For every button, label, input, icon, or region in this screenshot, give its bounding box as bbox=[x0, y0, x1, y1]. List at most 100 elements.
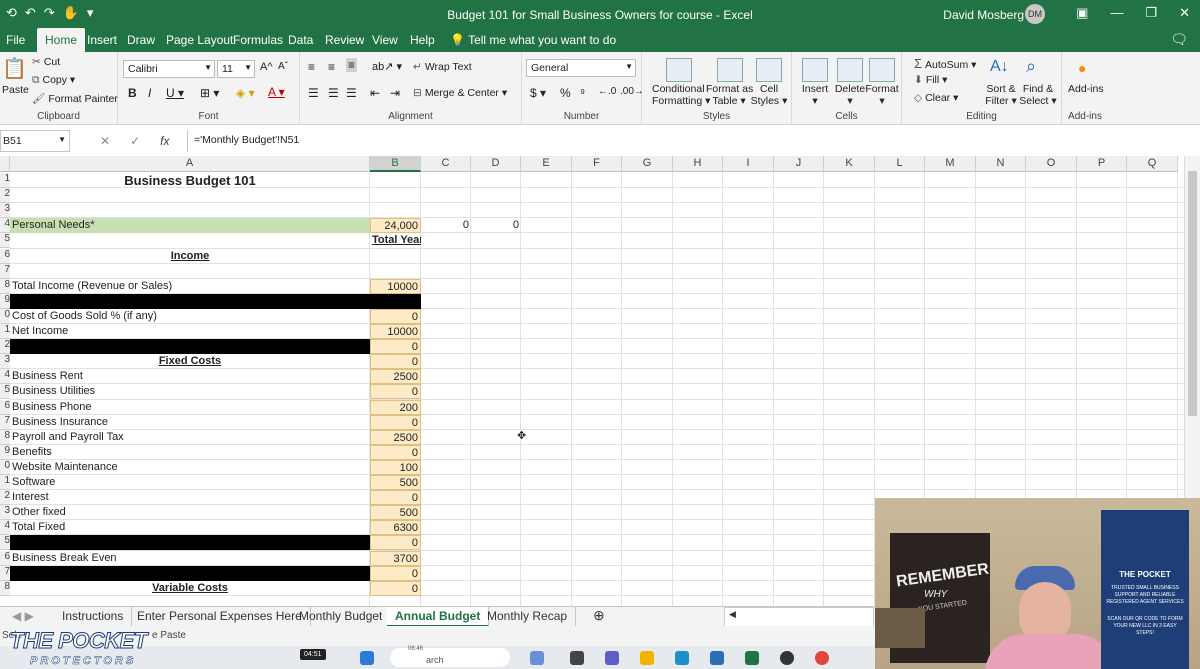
format-cells-button[interactable]: Format ▾ bbox=[864, 83, 900, 107]
underline-icon[interactable]: U ▾ bbox=[166, 86, 184, 100]
row-header[interactable]: 7 bbox=[0, 263, 10, 279]
cell-d[interactable]: 0 bbox=[471, 218, 521, 233]
cell-a[interactable] bbox=[10, 203, 370, 218]
column-header-a[interactable]: A bbox=[10, 156, 370, 172]
cell-b[interactable]: 500 bbox=[370, 505, 421, 521]
new-sheet-icon[interactable]: ⊕ bbox=[585, 607, 613, 627]
orientation-icon[interactable]: ab↗ ▾ bbox=[372, 60, 402, 73]
font-size-select[interactable]: 11 ▼ bbox=[217, 60, 255, 78]
sheet-tab-instructions[interactable]: Instructions bbox=[54, 607, 133, 627]
cell-a[interactable]: Net Income bbox=[10, 324, 370, 339]
task-view-icon[interactable] bbox=[530, 651, 544, 665]
column-header-q[interactable]: Q bbox=[1127, 156, 1178, 172]
cell-a[interactable]: Interest bbox=[10, 490, 370, 505]
row-header[interactable]: 7 bbox=[0, 414, 10, 430]
sheet-tab-monthly-recap[interactable]: Monthly Recap bbox=[479, 607, 577, 627]
tab-file[interactable]: File bbox=[6, 33, 25, 47]
insert-cells-button[interactable]: Insert ▾ bbox=[798, 83, 832, 107]
cell-a[interactable] bbox=[10, 565, 370, 581]
autosum-button[interactable]: Σ AutoSum ▾ bbox=[914, 56, 976, 71]
column-header-j[interactable]: J bbox=[774, 156, 824, 172]
row-header[interactable]: 8 bbox=[0, 278, 10, 294]
column-header-i[interactable]: I bbox=[723, 156, 774, 172]
name-box[interactable]: B51 ▼ bbox=[0, 130, 70, 152]
row-header[interactable]: 4 bbox=[0, 369, 10, 385]
row-header[interactable]: 2 bbox=[0, 490, 10, 506]
borders-icon[interactable]: ⊞ ▾ bbox=[200, 86, 219, 100]
cell-b[interactable] bbox=[370, 293, 421, 309]
cell-a[interactable]: Business Phone bbox=[10, 400, 370, 415]
tab-view[interactable]: View bbox=[372, 33, 398, 47]
align-right-icon[interactable]: ☰ bbox=[346, 86, 357, 100]
taskbar-search[interactable]: 06:46 arch bbox=[390, 646, 510, 667]
column-header-p[interactable]: P bbox=[1077, 156, 1127, 172]
increase-indent-icon[interactable]: ⇥ bbox=[390, 86, 400, 100]
row-header[interactable]: 0 bbox=[0, 459, 10, 475]
tab-formulas[interactable]: Formulas bbox=[233, 33, 283, 47]
cell-a[interactable] bbox=[10, 293, 370, 309]
cell-b[interactable]: 0 bbox=[370, 490, 421, 506]
cell-b[interactable] bbox=[370, 188, 421, 203]
cell-b[interactable]: 0 bbox=[370, 565, 421, 581]
column-header-m[interactable]: M bbox=[925, 156, 976, 172]
row-header[interactable]: 6 bbox=[0, 550, 10, 566]
align-center-icon[interactable]: ☰ bbox=[328, 86, 339, 100]
row-header[interactable]: 2 bbox=[0, 339, 10, 355]
store-icon[interactable] bbox=[710, 651, 724, 665]
cell-a[interactable]: Other fixed bbox=[10, 505, 370, 520]
cell-a[interactable]: Fixed Costs bbox=[10, 354, 370, 369]
cell-styles-button[interactable]: Cell Styles ▾ bbox=[750, 83, 788, 107]
italic-icon[interactable]: I bbox=[148, 86, 151, 100]
cell-b[interactable]: 3700 bbox=[370, 550, 421, 566]
edge-icon[interactable] bbox=[675, 651, 689, 665]
cell-a[interactable]: Income bbox=[10, 249, 370, 264]
font-color-icon[interactable]: A ▾ bbox=[268, 85, 285, 99]
decrease-indent-icon[interactable]: ⇤ bbox=[370, 86, 380, 100]
row-header[interactable]: 1 bbox=[0, 475, 10, 490]
column-header-d[interactable]: D bbox=[471, 156, 521, 172]
row-header[interactable]: 5 bbox=[0, 233, 10, 249]
cell-a[interactable]: Business Insurance bbox=[10, 415, 370, 430]
cell-b[interactable] bbox=[370, 203, 421, 218]
row-header[interactable]: 8 bbox=[0, 580, 10, 596]
cell-b[interactable]: 0 bbox=[370, 308, 421, 324]
tab-help[interactable]: Help bbox=[410, 33, 435, 47]
select-all-corner[interactable] bbox=[0, 156, 10, 172]
align-left-icon[interactable]: ☰ bbox=[308, 86, 319, 100]
cell-a[interactable]: Cost of Goods Sold % (if any) bbox=[10, 309, 370, 324]
windows-start-icon[interactable] bbox=[360, 651, 374, 665]
avatar[interactable]: DM bbox=[1025, 4, 1045, 24]
fill-button[interactable]: ⬇ Fill ▾ bbox=[914, 74, 947, 86]
cell-b[interactable]: 0 bbox=[370, 414, 421, 430]
tab-data[interactable]: Data bbox=[288, 33, 313, 47]
sort-filter-button[interactable]: Sort & Filter ▾ bbox=[984, 83, 1018, 107]
row-header[interactable]: 7 bbox=[0, 565, 10, 581]
font-name-select[interactable]: Calibri ▼ bbox=[123, 60, 215, 78]
fill-color-icon[interactable]: ◈ ▾ bbox=[236, 86, 255, 100]
column-header-c[interactable]: C bbox=[421, 156, 471, 172]
cell-b[interactable] bbox=[370, 249, 421, 264]
teams-icon[interactable] bbox=[605, 651, 619, 665]
cell-b[interactable]: 10000 bbox=[370, 324, 421, 339]
row-header[interactable]: 6 bbox=[0, 399, 10, 415]
ribbon-display-icon[interactable]: ▣ bbox=[1076, 5, 1088, 21]
enter-icon[interactable]: ✓ bbox=[130, 134, 140, 148]
cell-b[interactable]: 10000 bbox=[370, 278, 421, 294]
comments-icon[interactable]: 🗨 bbox=[1170, 31, 1188, 48]
merge-center-button[interactable]: ⊟ Merge & Center ▾ bbox=[413, 87, 507, 99]
cell-a[interactable]: Personal Needs* bbox=[10, 218, 370, 234]
chrome-icon[interactable] bbox=[815, 651, 829, 665]
cell-a[interactable] bbox=[10, 188, 370, 203]
increase-font-icon[interactable]: A^ bbox=[260, 61, 273, 73]
row-header[interactable]: 2 bbox=[0, 188, 10, 204]
tab-home[interactable]: Home bbox=[37, 28, 86, 52]
cell-a[interactable] bbox=[10, 264, 370, 279]
cell-a[interactable] bbox=[10, 233, 370, 248]
cell-a[interactable] bbox=[10, 339, 370, 355]
user-name[interactable]: David Mosberg bbox=[943, 8, 1024, 22]
cell-b[interactable]: 0 bbox=[370, 339, 421, 355]
cell-a[interactable]: Benefits bbox=[10, 445, 370, 460]
paste-button[interactable]: Paste bbox=[2, 84, 29, 96]
row-header[interactable]: 8 bbox=[0, 429, 10, 445]
cell-a[interactable]: Variable Costs bbox=[10, 581, 370, 596]
